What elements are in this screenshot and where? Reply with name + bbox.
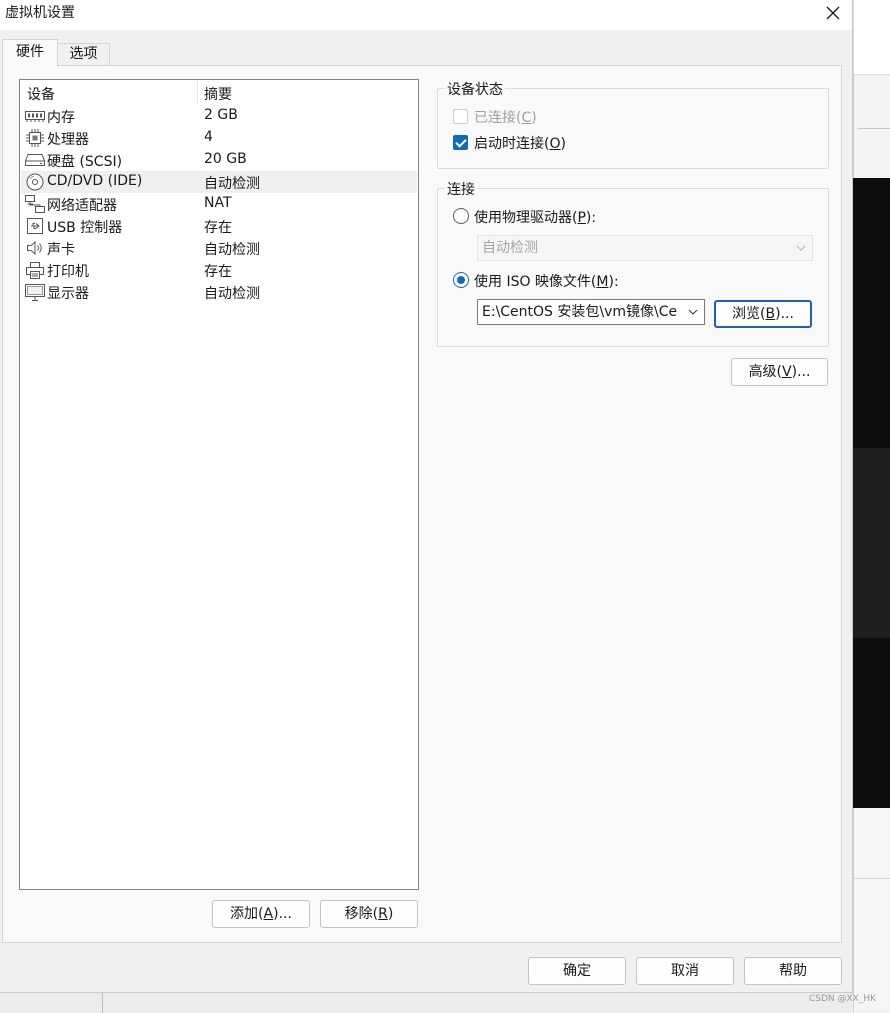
device-summary: 自动检测 <box>204 242 260 258</box>
browse-button[interactable]: 浏览(B)... <box>714 300 812 328</box>
background-divider <box>102 993 103 1013</box>
background-taskbar-strip <box>0 992 853 1013</box>
window-title: 虚拟机设置 <box>5 5 75 21</box>
cancel-button[interactable]: 取消 <box>636 957 734 985</box>
device-row-memory[interactable]: 内存 2 GB <box>21 105 417 127</box>
close-button[interactable] <box>818 0 848 26</box>
remove-button-accesskey: R <box>378 906 388 922</box>
device-name: 内存 <box>47 110 75 126</box>
physical-drive-radio[interactable] <box>453 208 469 224</box>
advanced-button-suffix: )... <box>791 364 811 380</box>
hard-disk-icon <box>25 151 45 169</box>
device-summary: 20 GB <box>204 151 247 167</box>
device-row-processor[interactable]: 处理器 4 <box>21 127 417 149</box>
device-name: USB 控制器 <box>47 220 123 236</box>
printer-icon <box>25 261 45 279</box>
device-name: 硬盘 (SCSI) <box>47 154 123 170</box>
device-status-group <box>437 88 829 169</box>
advanced-button-label: 高级( <box>748 364 783 380</box>
background-console-highlight <box>853 448 890 638</box>
device-row-display[interactable]: 显示器 自动检测 <box>21 281 417 303</box>
device-row-network-adapter[interactable]: 网络适配器 NAT <box>21 193 417 215</box>
physical-drive-label[interactable]: 使用物理驱动器(P): <box>474 207 596 227</box>
device-row-hard-disk[interactable]: 硬盘 (SCSI) 20 GB <box>21 149 417 171</box>
device-summary: 4 <box>204 129 213 145</box>
connection-title: 连接 <box>445 179 477 199</box>
browse-button-suffix: )... <box>775 306 794 322</box>
background-divider <box>854 878 890 879</box>
add-button-suffix: )... <box>273 906 292 922</box>
iso-image-label[interactable]: 使用 ISO 映像文件(M): <box>474 271 619 291</box>
sound-card-icon <box>25 239 45 257</box>
device-row-cd-dvd[interactable]: CD/DVD (IDE) 自动检测 <box>21 171 417 193</box>
browse-button-accesskey: B <box>765 306 776 322</box>
device-summary: 自动检测 <box>204 286 260 302</box>
physical-drive-select[interactable]: 自动检测 <box>477 235 813 261</box>
physical-drive-value: 自动检测 <box>482 240 538 256</box>
device-row-printer[interactable]: 打印机 存在 <box>21 259 417 281</box>
background-window-top <box>853 0 890 74</box>
column-header-summary[interactable]: 摘要 <box>204 84 232 104</box>
add-button-accesskey: A <box>263 906 274 922</box>
remove-button-suffix: ) <box>387 906 394 922</box>
close-icon <box>826 6 840 20</box>
display-icon <box>25 283 45 301</box>
connected-label: 已连接(C) <box>474 110 537 126</box>
device-summary: 2 GB <box>204 107 238 123</box>
help-button[interactable]: 帮助 <box>744 957 842 985</box>
device-summary: 自动检测 <box>204 176 260 192</box>
browse-button-label: 浏览( <box>732 306 766 322</box>
memory-icon <box>25 107 45 125</box>
tab-hardware[interactable]: 硬件 <box>2 39 58 67</box>
iso-path-value: E:\CentOS 安装包\vm镜像\Ce <box>482 304 678 320</box>
cd-dvd-icon <box>25 173 45 191</box>
chevron-down-icon <box>796 245 806 251</box>
chevron-down-icon[interactable] <box>688 307 698 317</box>
device-summary: 存在 <box>204 220 232 236</box>
network-adapter-icon <box>25 195 45 213</box>
connect-on-power-label[interactable]: 启动时连接(O) <box>474 133 566 153</box>
device-summary: 存在 <box>204 264 232 280</box>
connected-checkbox[interactable] <box>453 109 468 124</box>
iso-image-radio[interactable] <box>453 272 469 288</box>
add-button-label: 添加( <box>230 906 264 922</box>
tab-options[interactable]: 选项 <box>58 43 110 66</box>
background-window-toolbar <box>853 74 890 179</box>
device-name: 处理器 <box>47 132 89 148</box>
iso-path-combobox[interactable]: E:\CentOS 安装包\vm镜像\Ce <box>477 299 705 325</box>
processor-icon <box>25 129 45 147</box>
usb-controller-icon <box>25 217 45 235</box>
background-window-bottom <box>853 808 890 1012</box>
device-name: 网络适配器 <box>47 198 117 214</box>
remove-button-label: 移除( <box>344 906 379 922</box>
device-name: CD/DVD (IDE) <box>47 173 143 189</box>
device-row-usb-controller[interactable]: USB 控制器 存在 <box>21 215 417 237</box>
watermark: CSDN @XX_HK <box>808 994 876 1004</box>
background-console-area <box>853 178 890 808</box>
ok-button[interactable]: 确定 <box>528 957 626 985</box>
device-name: 声卡 <box>47 242 75 258</box>
device-list[interactable]: 设备 摘要 内存 2 GB 处理器 4 硬盘 (SCSI) 20 GB CD/D… <box>19 79 419 890</box>
advanced-button-accesskey: V <box>782 364 792 380</box>
add-device-button[interactable]: 添加(A)... <box>212 900 310 928</box>
remove-device-button[interactable]: 移除(R) <box>320 900 418 928</box>
device-summary: NAT <box>204 195 232 211</box>
device-row-sound-card[interactable]: 声卡 自动检测 <box>21 237 417 259</box>
vm-settings-dialog: 虚拟机设置 硬件 选项 设备 摘要 内存 2 GB 处理器 4 硬盘 (SCSI… <box>0 0 853 993</box>
title-bar: 虚拟机设置 <box>0 0 852 30</box>
device-name: 显示器 <box>47 286 89 302</box>
column-header-device[interactable]: 设备 <box>27 84 55 104</box>
background-divider <box>858 128 890 129</box>
connect-on-power-checkbox[interactable] <box>453 135 468 150</box>
device-name: 打印机 <box>47 264 89 280</box>
device-list-header: 设备 摘要 <box>20 80 418 104</box>
device-status-title: 设备状态 <box>445 79 505 99</box>
column-divider[interactable] <box>197 80 198 104</box>
advanced-button[interactable]: 高级(V)... <box>731 358 828 386</box>
